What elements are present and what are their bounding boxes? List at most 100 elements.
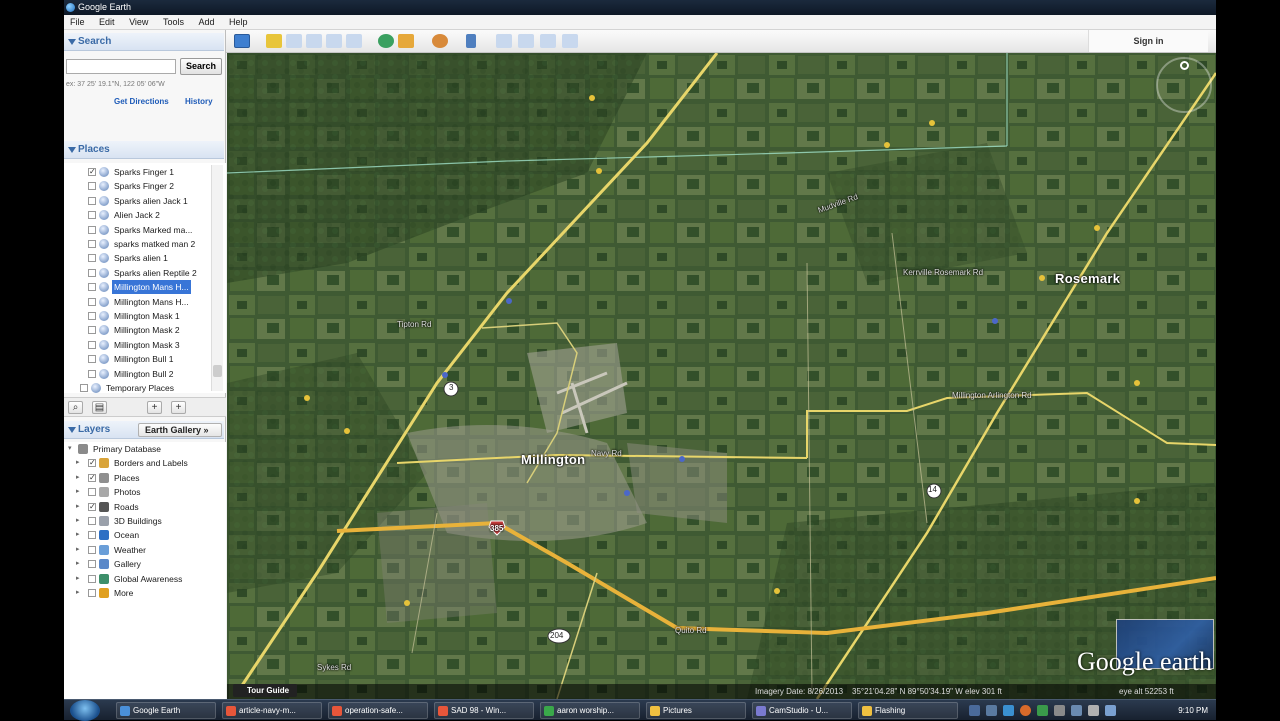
layer-checkbox[interactable] xyxy=(88,488,96,497)
expand-arrow-icon[interactable]: ▸ xyxy=(76,456,80,470)
menu-add[interactable]: Add xyxy=(192,15,220,30)
expand-arrow-icon[interactable]: ▸ xyxy=(76,528,80,542)
earth-gallery-button[interactable]: Earth Gallery » xyxy=(138,423,222,437)
tray-monitor-icon[interactable] xyxy=(986,705,997,716)
print-icon[interactable] xyxy=(518,34,534,48)
planets-icon[interactable] xyxy=(432,34,448,48)
layer-item[interactable]: ▸ More xyxy=(64,586,212,600)
layer-item[interactable]: ▸ Ocean xyxy=(64,528,212,542)
layer-checkbox[interactable] xyxy=(88,531,96,540)
layer-checkbox[interactable] xyxy=(88,456,96,470)
expand-arrow-icon[interactable]: ▸ xyxy=(76,543,80,557)
taskbar-item[interactable]: SAD 98 - Win... xyxy=(434,702,534,719)
expand-arrow-icon[interactable]: ▸ xyxy=(76,485,80,499)
place-checkbox[interactable] xyxy=(88,326,96,335)
tray-volume-icon[interactable] xyxy=(1054,705,1065,716)
layer-checkbox[interactable] xyxy=(88,545,96,554)
get-directions-link[interactable]: Get Directions xyxy=(114,97,169,106)
places-item[interactable]: Sparks alien Reptile 2 xyxy=(64,266,212,280)
record-tour-icon[interactable] xyxy=(346,34,362,48)
navigation-compass[interactable] xyxy=(1156,57,1212,113)
menu-file[interactable]: File xyxy=(64,15,91,30)
tray-speaker-icon[interactable] xyxy=(1088,705,1099,716)
layer-item[interactable]: ▸ Gallery xyxy=(64,557,212,571)
tray-network-icon[interactable] xyxy=(969,705,980,716)
place-checkbox[interactable] xyxy=(88,211,96,220)
history-link[interactable]: History xyxy=(185,97,213,106)
layer-item[interactable]: ▸ Roads xyxy=(64,500,212,514)
layer-item[interactable]: ▸ Photos xyxy=(64,485,212,499)
layers-panel-header[interactable]: Layers Earth Gallery » xyxy=(64,421,224,439)
expand-arrow-icon[interactable]: ▸ xyxy=(76,572,80,586)
sunlight-icon[interactable] xyxy=(398,34,414,48)
email-icon[interactable] xyxy=(496,34,512,48)
places-item[interactable]: sparks matked man 2 xyxy=(64,237,212,251)
taskbar-item[interactable]: article-navy-m... xyxy=(222,702,322,719)
expand-arrow-icon[interactable]: ▸ xyxy=(76,557,80,571)
place-checkbox[interactable] xyxy=(88,268,96,277)
placemark-icon[interactable] xyxy=(266,34,282,48)
place-checkbox[interactable] xyxy=(88,182,96,191)
place-checkbox[interactable] xyxy=(88,196,96,205)
place-checkbox[interactable] xyxy=(88,240,96,248)
place-checkbox[interactable] xyxy=(88,283,96,292)
layer-item[interactable]: ▸ Borders and Labels xyxy=(64,456,212,470)
path-icon[interactable] xyxy=(306,34,322,48)
historical-imagery-icon[interactable] xyxy=(378,34,394,48)
expand-arrow-icon[interactable]: ▸ xyxy=(76,586,80,600)
expand-arrow-icon[interactable]: ▸ xyxy=(76,514,80,528)
tray-security-icon[interactable] xyxy=(1037,705,1048,716)
taskbar-item[interactable]: aaron worship... xyxy=(540,702,640,719)
expand-arrow-icon[interactable]: ▾ xyxy=(68,442,72,456)
tray-firefox-icon[interactable] xyxy=(1020,705,1031,716)
places-item[interactable]: Millington Bull 1 xyxy=(64,352,212,366)
ruler-icon[interactable] xyxy=(466,34,476,48)
menu-help[interactable]: Help xyxy=(223,15,254,30)
places-scrollbar[interactable] xyxy=(211,165,223,391)
places-item[interactable]: Millington Mans H... xyxy=(64,280,212,295)
tray-bluetooth-icon[interactable] xyxy=(1003,705,1014,716)
layer-checkbox[interactable] xyxy=(88,589,96,597)
taskbar-item[interactable]: Flashing xyxy=(858,702,958,719)
menu-tools[interactable]: Tools xyxy=(157,15,190,30)
taskbar-item[interactable]: Google Earth xyxy=(116,702,216,719)
places-item[interactable]: Temporary Places xyxy=(64,381,212,393)
tour-guide-button[interactable]: Tour Guide xyxy=(233,684,298,697)
place-checkbox[interactable] xyxy=(88,165,96,179)
tray-app-icon[interactable] xyxy=(1071,705,1082,716)
panel-toggle-icon[interactable]: ▤ xyxy=(92,401,107,414)
layer-item[interactable]: ▸ 3D Buildings xyxy=(64,514,212,528)
taskbar-item[interactable]: operation-safe... xyxy=(328,702,428,719)
layer-item[interactable]: ▸ Global Awareness xyxy=(64,572,212,586)
places-item[interactable]: Millington Mask 1 xyxy=(64,309,212,323)
places-item[interactable]: Millington Mask 2 xyxy=(64,323,212,337)
move-down-icon[interactable]: + xyxy=(171,401,186,414)
search-places-icon[interactable]: ⌕ xyxy=(68,401,83,414)
save-image-icon[interactable] xyxy=(540,34,556,48)
places-item[interactable]: Sparks Finger 2 xyxy=(64,179,212,193)
places-item[interactable]: Millington Mans H... xyxy=(64,295,212,309)
places-item[interactable]: Sparks Marked ma... xyxy=(64,223,212,237)
layer-checkbox[interactable] xyxy=(88,560,96,569)
north-ring-icon[interactable] xyxy=(1180,61,1189,70)
start-button[interactable] xyxy=(70,700,100,721)
place-checkbox[interactable] xyxy=(88,312,96,320)
places-item[interactable]: Millington Bull 2 xyxy=(64,367,212,381)
layer-checkbox[interactable] xyxy=(88,500,96,514)
places-item[interactable]: Sparks Finger 1 xyxy=(64,165,212,179)
place-checkbox[interactable] xyxy=(88,369,96,378)
menu-edit[interactable]: Edit xyxy=(93,15,121,30)
sign-in-button[interactable]: Sign in xyxy=(1088,30,1208,52)
place-checkbox[interactable] xyxy=(80,384,88,392)
scrollbar-thumb[interactable] xyxy=(213,365,222,377)
place-checkbox[interactable] xyxy=(88,340,96,349)
places-item[interactable]: Sparks alien 1 xyxy=(64,251,212,265)
place-checkbox[interactable] xyxy=(88,297,96,306)
place-checkbox[interactable] xyxy=(88,254,96,263)
layer-checkbox[interactable] xyxy=(88,574,96,583)
layer-item[interactable]: ▸ Weather xyxy=(64,543,212,557)
expand-arrow-icon[interactable]: ▸ xyxy=(76,500,80,514)
taskbar-item[interactable]: CamStudio - U... xyxy=(752,702,852,719)
view-in-maps-icon[interactable] xyxy=(562,34,578,48)
expand-arrow-icon[interactable]: ▸ xyxy=(76,471,80,485)
